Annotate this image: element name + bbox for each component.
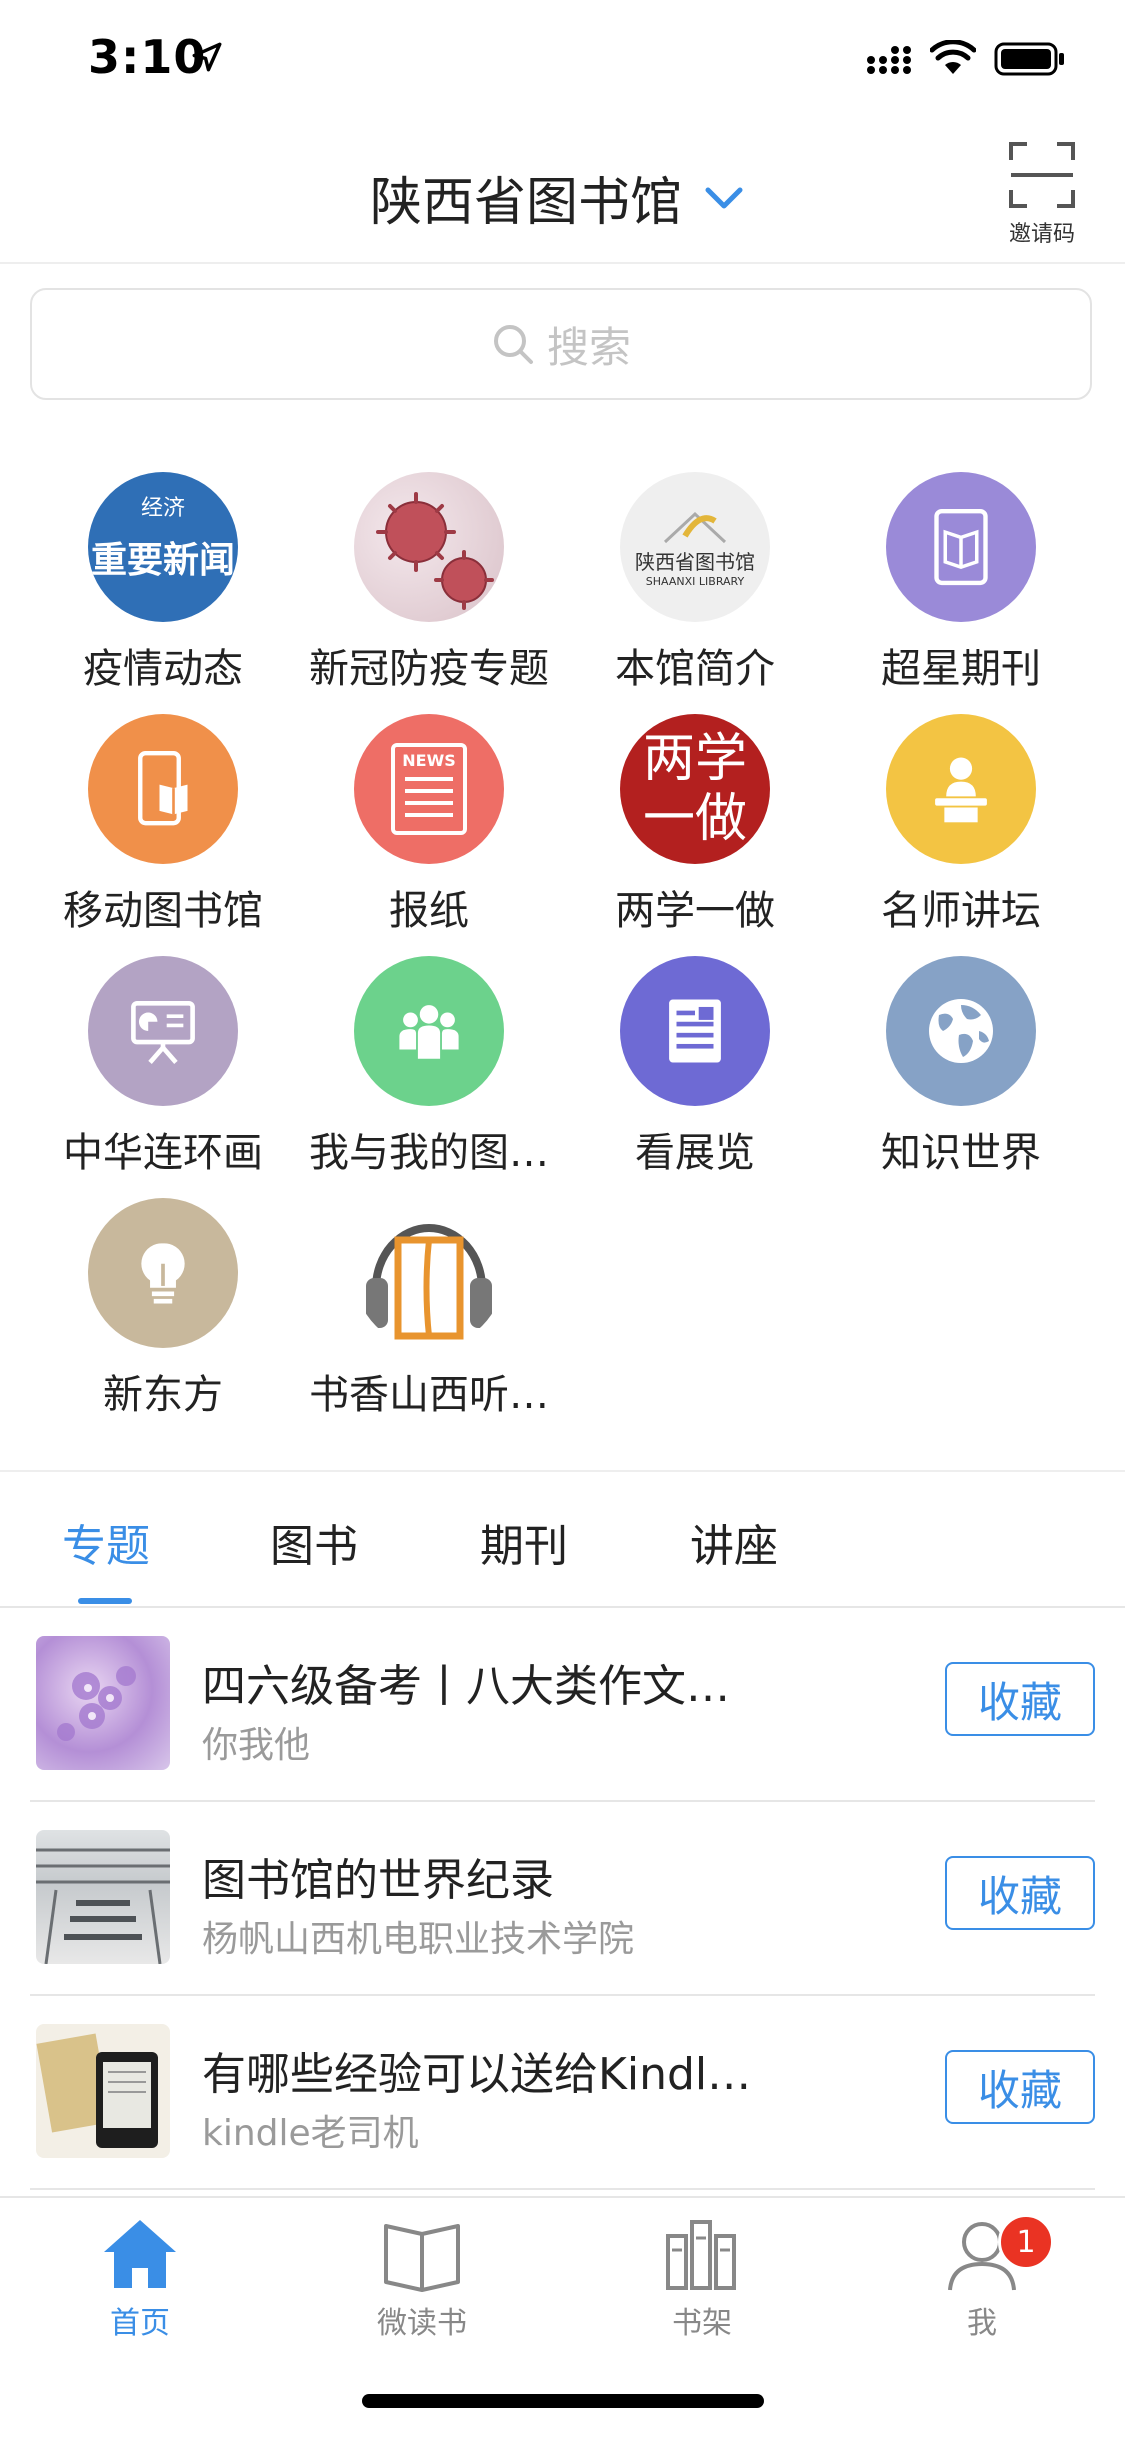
grid-item-shuxiang-shanxi-audio[interactable]: 书香山西听…	[296, 1198, 562, 1420]
grid-item-label: 新东方	[103, 1372, 223, 1418]
location-arrow-icon	[192, 42, 222, 72]
list-item-author: 你我他	[202, 1725, 311, 1766]
library-logo-en: SHAANXI LIBRARY	[645, 575, 745, 588]
battery-icon	[994, 42, 1064, 76]
grid-item-epidemic-news[interactable]: 经济 重要新闻 疫情动态	[30, 472, 296, 694]
virus-icon	[354, 472, 504, 622]
library-selector[interactable]: 陕西省图书馆	[370, 160, 744, 235]
grid-item-two-studies[interactable]: 两学一做 两学一做	[562, 714, 828, 936]
bookshelf-icon	[666, 2220, 736, 2290]
grid-item-chaoxing-journals[interactable]: 超星期刊	[828, 472, 1094, 694]
grid-item-label: 本馆简介	[615, 646, 775, 692]
scan-icon	[1009, 142, 1075, 208]
news-badge-icon: 经济 重要新闻	[88, 472, 238, 622]
list-item-title: 四六级备考丨八大类作文…	[202, 1661, 730, 1712]
kindle-device-image	[36, 2024, 170, 2158]
list-item-author: kindle老司机	[202, 2113, 419, 2154]
invite-code-button[interactable]: 邀请码	[1000, 142, 1084, 248]
grid-item-label: 书香山西听…	[309, 1372, 549, 1418]
search-icon	[493, 325, 533, 364]
home-icon	[104, 2220, 176, 2288]
status-bar: 3:10	[0, 0, 1125, 120]
list-item-author: 杨帆山西机电职业技术学院	[202, 1919, 635, 1960]
cellular-signal-icon	[867, 46, 911, 74]
nav-bookshelf[interactable]: 书架	[612, 2216, 792, 2342]
grid-item-label: 中华连环画	[63, 1130, 263, 1176]
grid-item-exhibitions[interactable]: 看展览	[562, 956, 828, 1178]
tab-journals[interactable]: 期刊	[480, 1510, 568, 1574]
grid-item-label: 新冠防疫专题	[309, 646, 549, 692]
grid-item-newspapers[interactable]: NEWS 报纸	[296, 714, 562, 936]
grid-item-knowledge-world[interactable]: 知识世界	[828, 956, 1094, 1178]
exhibition-icon	[620, 956, 770, 1106]
grid-item-me-and-my-library[interactable]: 我与我的图…	[296, 956, 562, 1178]
wifi-icon	[930, 40, 976, 74]
grid-item-label: 两学一做	[615, 888, 775, 934]
grid-item-label: 我与我的图…	[309, 1130, 549, 1176]
invite-code-label: 邀请码	[1008, 222, 1075, 247]
lecturer-icon	[886, 714, 1036, 864]
list-item-title: 有哪些经验可以送给Kindl…	[202, 2049, 752, 2100]
news-text: NEWS	[402, 751, 456, 770]
nav-label: 微读书	[377, 2306, 467, 2341]
grid-item-label: 报纸	[389, 888, 469, 934]
content-tabs: 专题 图书 期刊 讲座	[0, 1472, 1125, 1608]
globe-icon	[886, 956, 1036, 1106]
calligraphy-text: 两学一做	[642, 729, 747, 849]
grid-item-chinese-comics[interactable]: 中华连环画	[30, 956, 296, 1178]
nav-label: 我	[967, 2306, 997, 2341]
newspaper-seal-text: 经济	[140, 496, 185, 521]
calligraphy-icon: 两学一做	[620, 714, 770, 864]
headphone-book-icon	[354, 1198, 504, 1348]
people-icon	[354, 956, 504, 1106]
tab-books[interactable]: 图书	[270, 1510, 358, 1574]
presentation-icon	[88, 956, 238, 1106]
search-input[interactable]: 搜索	[30, 288, 1092, 400]
grid-item-famous-lecturers[interactable]: 名师讲坛	[828, 714, 1094, 936]
page-title: 陕西省图书馆	[370, 173, 683, 233]
list-item[interactable]: 图书馆的世界纪录 杨帆山西机电职业技术学院 收藏	[30, 1802, 1095, 1996]
library-logo-icon: 陕西省图书馆 SHAANXI LIBRARY	[620, 472, 770, 622]
library-logo-text: 陕西省图书馆	[635, 550, 755, 574]
list-item-title: 图书馆的世界纪录	[202, 1855, 554, 1906]
library-interior-image	[36, 1830, 170, 1964]
mobile-book-icon	[88, 714, 238, 864]
important-news-text: 重要新闻	[90, 540, 235, 581]
library-emblem-icon	[663, 511, 727, 544]
favorite-button[interactable]: 收藏	[945, 2050, 1095, 2124]
nav-me[interactable]: 我 1	[892, 2214, 1072, 2342]
newspaper-icon: NEWS	[354, 714, 504, 864]
home-indicator	[362, 2394, 764, 2408]
grid-item-label: 知识世界	[881, 1130, 1041, 1176]
favorite-button[interactable]: 收藏	[945, 1856, 1095, 1930]
grid-item-mobile-library[interactable]: 移动图书馆	[30, 714, 296, 936]
favorite-button[interactable]: 收藏	[945, 1662, 1095, 1736]
nav-label: 首页	[110, 2306, 170, 2341]
nav-micro-reading[interactable]: 微读书	[332, 2216, 512, 2342]
search-placeholder: 搜索	[546, 322, 631, 372]
header: 陕西省图书馆 邀请码	[0, 120, 1125, 264]
grid-item-label: 疫情动态	[83, 646, 243, 692]
grid-item-library-intro[interactable]: 陕西省图书馆 SHAANXI LIBRARY 本馆简介	[562, 472, 828, 694]
tab-topics[interactable]: 专题	[62, 1510, 150, 1574]
tablet-book-icon	[886, 472, 1036, 622]
lightbulb-icon	[88, 1198, 238, 1348]
lilac-flower-image	[36, 1636, 170, 1770]
grid-item-label: 移动图书馆	[63, 888, 263, 934]
list-item[interactable]: 有哪些经验可以送给Kindl… kindle老司机 收藏	[30, 1996, 1095, 2190]
open-book-icon	[384, 2224, 460, 2292]
list-item[interactable]: 四六级备考丨八大类作文… 你我他 收藏	[30, 1608, 1095, 1802]
chevron-down-icon	[705, 187, 743, 208]
grid-item-label: 超星期刊	[881, 646, 1041, 692]
status-time: 3:10	[88, 30, 207, 84]
grid-item-label: 名师讲坛	[881, 888, 1041, 934]
grid-item-label: 看展览	[635, 1130, 755, 1176]
tab-lectures[interactable]: 讲座	[690, 1510, 778, 1574]
grid-item-covid-topic[interactable]: 新冠防疫专题	[296, 472, 562, 694]
nav-home[interactable]: 首页	[50, 2216, 230, 2342]
nav-label: 书架	[672, 2306, 732, 2341]
active-tab-indicator	[78, 1598, 132, 1604]
notification-badge: 1	[998, 2214, 1054, 2270]
grid-item-new-oriental[interactable]: 新东方	[30, 1198, 296, 1420]
